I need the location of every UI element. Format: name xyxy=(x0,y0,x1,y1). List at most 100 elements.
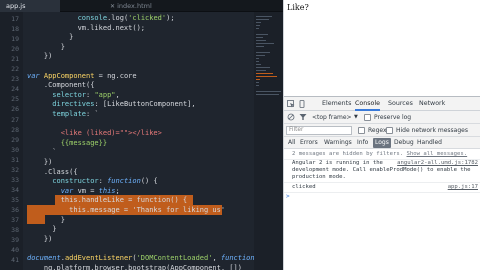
tab-index-html[interactable]: ✕ index.html xyxy=(100,0,170,12)
code-token: 'clicked' xyxy=(128,14,167,22)
console-level-bar: All Errors Warnings Info Logs Debug Hand… xyxy=(284,137,480,149)
hide-network-checkbox[interactable] xyxy=(386,127,393,134)
code-token: }) xyxy=(27,234,53,243)
preserve-log-checkbox[interactable] xyxy=(364,114,371,121)
console-toolbar: <top frame> ▼ Preserve log xyxy=(284,111,480,124)
code-token: addEventListener xyxy=(64,254,133,262)
show-all-messages-link[interactable]: Show all messages. xyxy=(407,151,468,157)
level-all[interactable]: All xyxy=(286,138,297,148)
code-token: var xyxy=(60,186,78,195)
code-token: } xyxy=(27,33,74,42)
line-number: 27 xyxy=(11,115,19,124)
minimap-line xyxy=(256,34,268,35)
code-token: = ng.core xyxy=(94,71,137,80)
tab-network[interactable]: Network xyxy=(419,97,445,111)
code-area[interactable]: console.log('clicked'); vm.liked.next();… xyxy=(27,12,263,270)
chevron-down-icon[interactable]: ▼ xyxy=(354,111,358,124)
minimap-line xyxy=(256,25,261,26)
filter-icon[interactable] xyxy=(299,113,307,121)
console-prompt[interactable]: > xyxy=(286,193,290,200)
hidden-note-text: 2 messages are hidden by filters. xyxy=(292,151,404,157)
code-token: ; xyxy=(115,186,120,195)
minimap-line xyxy=(256,85,259,86)
level-debug[interactable]: Debug xyxy=(392,138,416,148)
editor-tab-bar: app.js ✕ index.html xyxy=(0,0,283,12)
line-number: 29 xyxy=(11,135,19,144)
code-token: function xyxy=(220,254,255,262)
code-token: 'DOMContentLoaded' xyxy=(136,254,213,262)
preserve-log-label: Preserve log xyxy=(374,114,412,121)
close-icon[interactable]: ✕ xyxy=(110,3,115,10)
clear-console-icon[interactable] xyxy=(287,113,295,121)
code-line[interactable]: }) xyxy=(27,51,52,62)
minimap-line xyxy=(256,76,278,77)
code-token: vm.liked.next(); xyxy=(27,23,146,32)
console-message-angular-3: production mode. xyxy=(292,174,346,180)
line-number: 21 xyxy=(11,55,19,64)
filter-input[interactable]: Filter xyxy=(286,126,352,135)
code-token: , xyxy=(212,254,221,262)
console-output[interactable]: 2 messages are hidden by filters. Show a… xyxy=(284,149,480,270)
frame-selector[interactable]: <top frame> xyxy=(312,111,352,124)
minimap-line xyxy=(256,37,264,38)
line-number: 34 xyxy=(11,185,19,194)
code-token: } xyxy=(27,215,65,224)
device-mode-icon[interactable] xyxy=(298,100,306,108)
minimap-line xyxy=(256,52,271,53)
regex-label: Regex xyxy=(368,127,387,134)
code-line[interactable]: }) xyxy=(27,234,52,245)
source-link-app-js[interactable]: app.js:17 xyxy=(448,184,478,191)
minimap-line xyxy=(256,22,261,23)
code-token: selector xyxy=(27,90,87,99)
minimap-line xyxy=(256,94,279,95)
code-line[interactable]: template: ` xyxy=(27,109,99,120)
minimap-line xyxy=(256,19,269,20)
hide-network-label: Hide network messages xyxy=(396,127,468,134)
minimap[interactable] xyxy=(254,12,283,270)
source-link-angular[interactable]: angular2-all.umd.js:1782 xyxy=(397,160,478,167)
line-number: 26 xyxy=(11,105,19,114)
level-handled[interactable]: Handled xyxy=(415,138,444,148)
code-token: document xyxy=(27,254,61,262)
inspect-element-icon[interactable] xyxy=(287,100,295,108)
code-token: } xyxy=(27,42,65,51)
code-token: console xyxy=(77,14,108,22)
code-line[interactable]: ng.platform.browser.bootstrap(AppCompone… xyxy=(27,263,242,270)
code-token: ` xyxy=(27,148,57,157)
tab-console[interactable]: Console xyxy=(355,97,380,111)
minimap-line xyxy=(256,43,274,44)
minimap-line xyxy=(256,40,266,41)
line-number: 35 xyxy=(11,195,19,204)
tab-label: index.html xyxy=(117,2,152,10)
code-token: template xyxy=(27,110,87,118)
line-number: 25 xyxy=(11,95,19,104)
line-number: 30 xyxy=(11,145,19,154)
minimap-line xyxy=(256,16,272,17)
page-like-text[interactable]: Like? xyxy=(287,3,309,12)
code-token: .Class({ xyxy=(27,167,78,176)
level-info[interactable]: Info xyxy=(355,138,370,148)
tab-elements[interactable]: Elements xyxy=(322,97,351,111)
level-logs[interactable]: Logs xyxy=(373,138,391,148)
regex-checkbox[interactable] xyxy=(358,127,365,134)
minimap-line xyxy=(256,55,265,56)
code-token: this.message = 'Thanks for liking us' xyxy=(27,206,226,214)
code-token: this.handleLike = function() { xyxy=(27,196,188,205)
minimap-line xyxy=(256,28,259,29)
code-token: var xyxy=(27,71,44,80)
tab-sources[interactable]: Sources xyxy=(388,97,413,111)
line-number: 17 xyxy=(11,15,19,23)
code-token: <like (liked)=""></like> xyxy=(27,129,162,138)
console-message-angular-1: Angular 2 is running in the xyxy=(292,160,383,166)
code-token: : ` xyxy=(86,110,99,118)
divider xyxy=(284,192,480,193)
tab-app-js[interactable]: app.js xyxy=(0,0,60,12)
code-token: }) xyxy=(27,52,53,61)
line-number: 20 xyxy=(11,45,19,54)
browser-window: Like? Elements Console Sources Network < xyxy=(283,0,480,270)
level-warnings[interactable]: Warnings xyxy=(322,138,354,148)
level-errors[interactable]: Errors xyxy=(298,138,320,148)
code-token: }) xyxy=(27,158,53,166)
minimap-line xyxy=(256,91,281,92)
